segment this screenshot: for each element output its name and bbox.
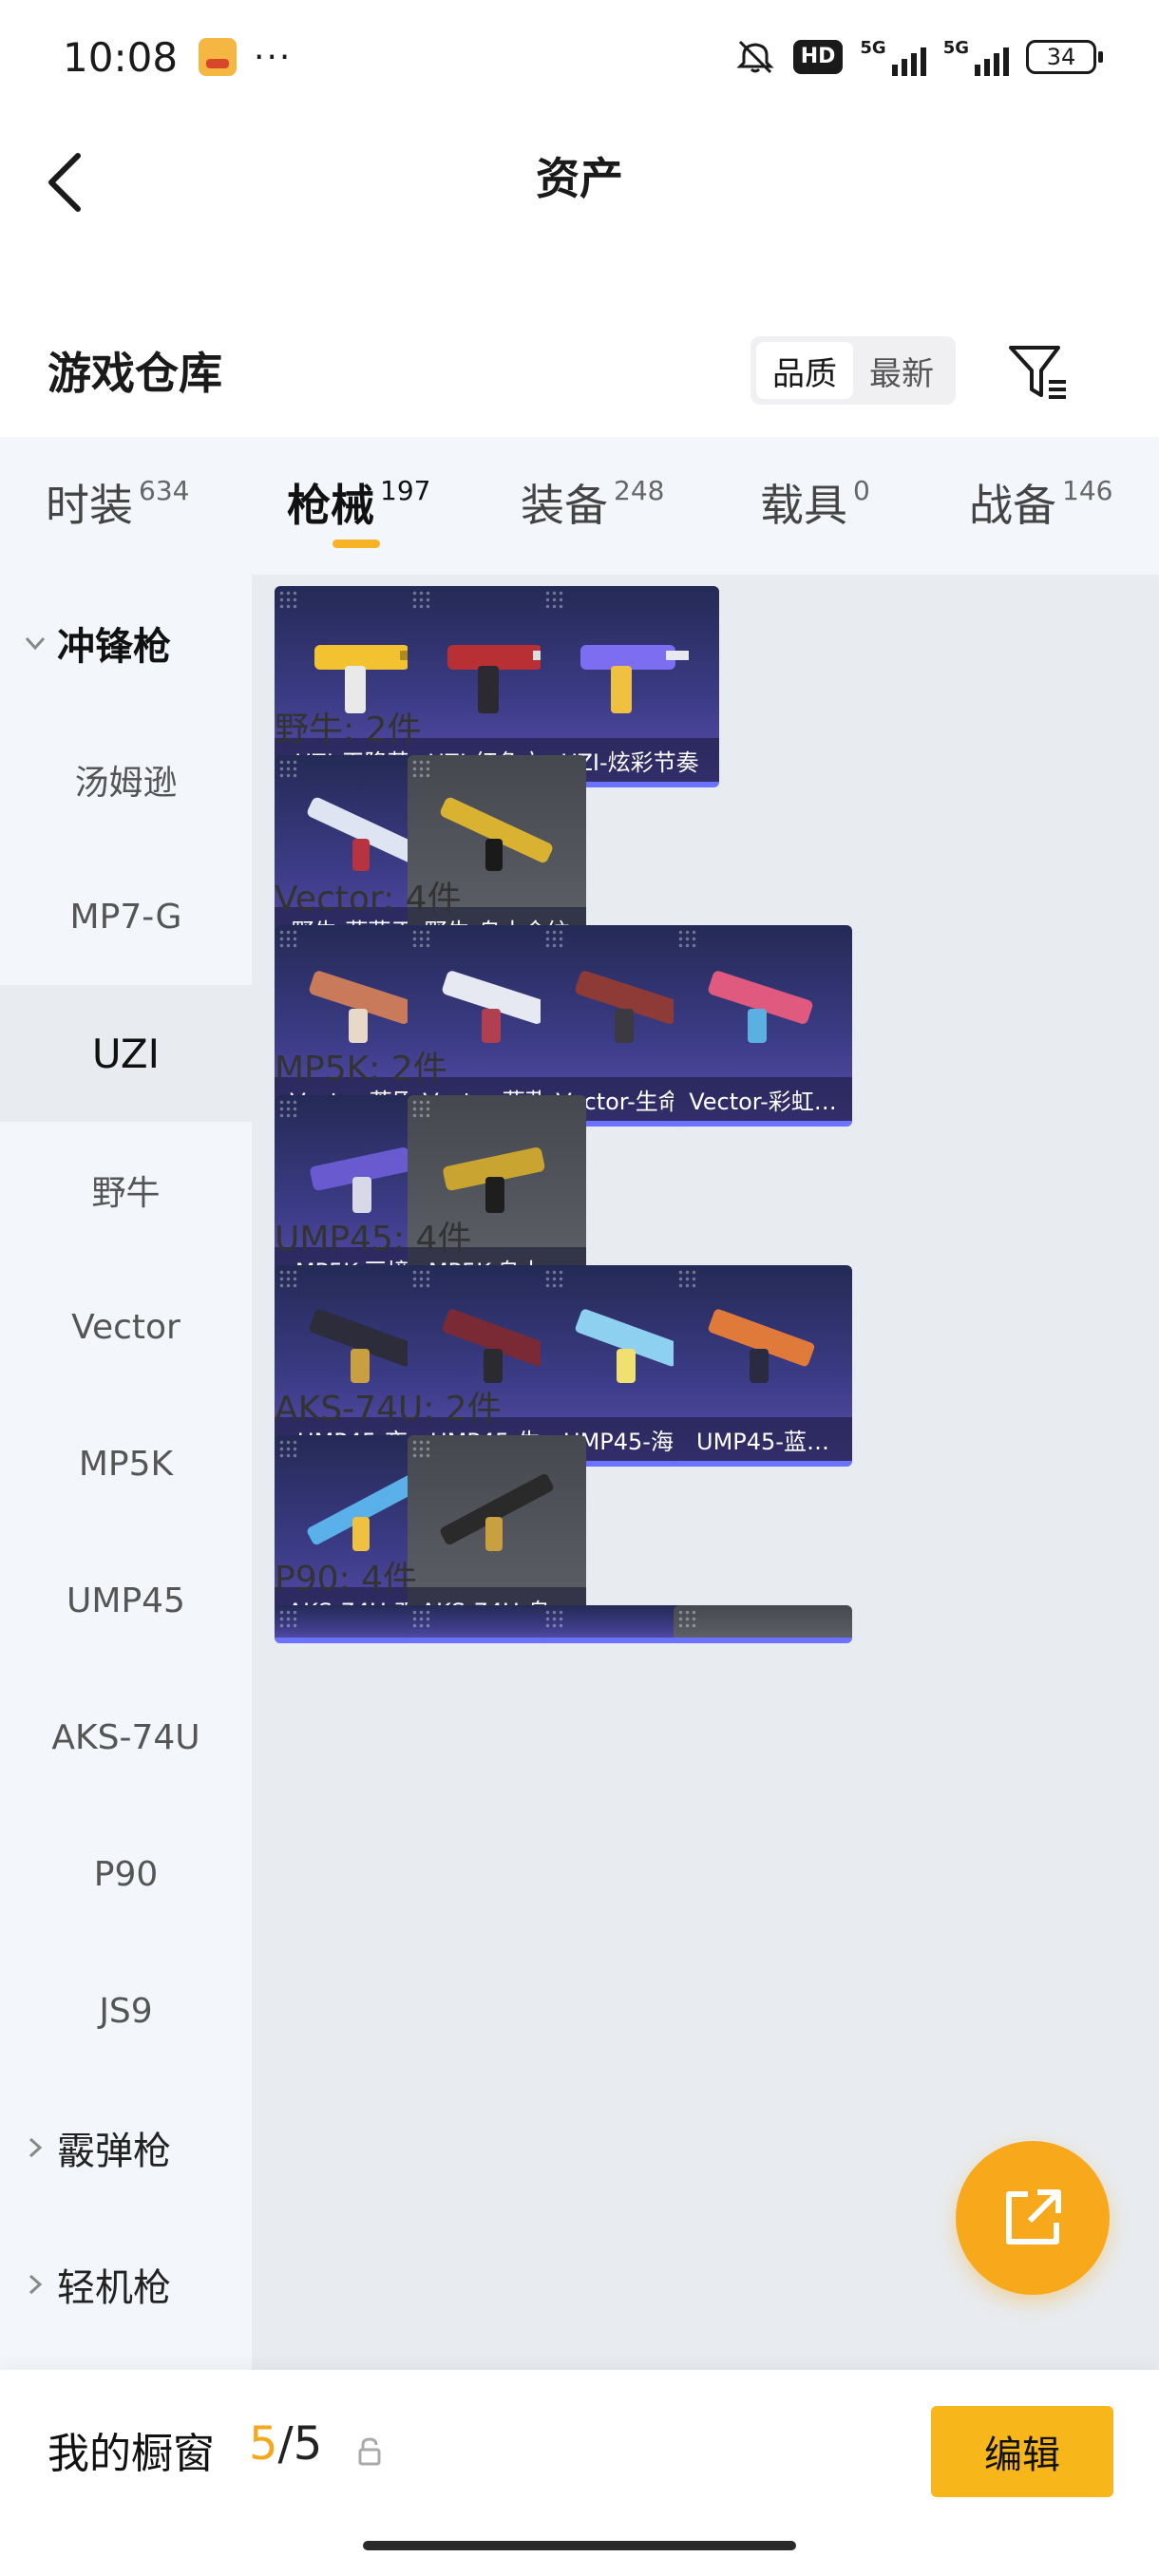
battery-icon: 34 bbox=[1026, 40, 1103, 74]
sidebar-group-lmg[interactable]: 轻机枪 bbox=[0, 2216, 252, 2353]
weapon-card-name: UMP45-蓝… bbox=[674, 1417, 852, 1461]
sidebar-item-p90[interactable]: P90 bbox=[0, 1806, 252, 1942]
signal-icon: 5G bbox=[860, 38, 926, 76]
group-label-bizon: 野牛: 2件 bbox=[275, 710, 422, 749]
tab-label: 装备 bbox=[521, 480, 608, 531]
tab-label: 枪械 bbox=[287, 480, 374, 531]
chevron-down-icon bbox=[25, 636, 46, 651]
sidebar-item-aks74u[interactable]: AKS-74U bbox=[0, 1669, 252, 1806]
lock-icon bbox=[358, 2437, 381, 2466]
sort-latest-option[interactable]: 最新 bbox=[853, 342, 950, 399]
sidebar-group-label: 冲锋枪 bbox=[57, 625, 171, 669]
warehouse-title: 游戏仓库 bbox=[48, 348, 222, 399]
warehouse-header: 游戏仓库 品质 最新 bbox=[0, 313, 1159, 427]
sidebar-group-shotgun[interactable]: 霰弹枪 bbox=[0, 2079, 252, 2216]
page-title: 资产 bbox=[536, 153, 623, 204]
status-time: 10:08 bbox=[63, 33, 179, 81]
sidebar-item-ump45[interactable]: UMP45 bbox=[0, 1532, 252, 1669]
tab-fashion[interactable]: 时装 634 bbox=[46, 471, 189, 534]
tab-count: 197 bbox=[380, 475, 431, 506]
showcase-bar: 我的橱窗 5/5 编辑 bbox=[0, 2370, 1159, 2576]
tab-count: 0 bbox=[853, 475, 870, 506]
sidebar-item-vector[interactable]: Vector bbox=[0, 1259, 252, 1395]
status-indicators: HD 5G 5G 34 bbox=[734, 38, 1103, 76]
tab-count: 634 bbox=[139, 475, 190, 506]
network-type-label: 5G bbox=[860, 38, 886, 58]
tab-count: 248 bbox=[614, 475, 665, 506]
sidebar-group-smg[interactable]: 冲锋枪 bbox=[0, 575, 252, 711]
edit-button[interactable]: 编辑 bbox=[931, 2406, 1113, 2497]
home-indicator bbox=[363, 2541, 796, 2550]
uzi-weapon-icon bbox=[580, 645, 689, 713]
showcase-total: 5 bbox=[293, 2417, 323, 2471]
weapon-type-sidebar: 冲锋枪 汤姆逊 MP7-G UZI 野牛 Vector MP5K UMP45 A… bbox=[0, 575, 252, 2370]
aks74u-weapon-icon bbox=[440, 1473, 554, 1551]
weapon-card[interactable]: UMP45-蓝… bbox=[674, 1265, 852, 1467]
sort-quality-option[interactable]: 品质 bbox=[756, 342, 853, 399]
network-type-label-2: 5G bbox=[942, 38, 969, 58]
share-fab[interactable] bbox=[956, 2141, 1110, 2295]
page-header: 资产 bbox=[0, 114, 1159, 237]
back-arrow-icon[interactable] bbox=[42, 148, 89, 217]
sidebar-item-bizon[interactable]: 野牛 bbox=[0, 1122, 252, 1259]
more-notifications-icon: ··· bbox=[254, 37, 293, 77]
ump45-weapon-icon bbox=[708, 1309, 815, 1383]
showcase-count: 5/5 bbox=[249, 2417, 322, 2471]
tab-label: 载具 bbox=[760, 480, 847, 531]
filter-icon[interactable] bbox=[1007, 342, 1070, 403]
group-label-vector: Vector: 4件 bbox=[275, 880, 462, 919]
tab-battle-gear[interactable]: 战备 146 bbox=[969, 471, 1112, 534]
app-notification-icon bbox=[199, 38, 238, 76]
group-label-ump45: UMP45: 4件 bbox=[275, 1220, 472, 1259]
chevron-right-icon bbox=[28, 2137, 43, 2158]
active-tab-indicator bbox=[332, 540, 380, 548]
status-bar: 10:08 ··· HD 5G 5G 34 bbox=[0, 0, 1159, 114]
tab-firearms[interactable]: 枪械 197 bbox=[287, 471, 430, 534]
external-link-icon bbox=[1006, 2189, 1061, 2245]
group-label-aks74u: AKS-74U: 2件 bbox=[275, 1390, 502, 1429]
tab-label: 战备 bbox=[969, 480, 1056, 531]
group-label-p90: P90: 4件 bbox=[275, 1560, 417, 1599]
hd-badge: HD bbox=[792, 40, 844, 74]
showcase-title: 我的橱窗 bbox=[48, 2430, 215, 2478]
sidebar-item-uzi[interactable]: UZI bbox=[0, 985, 252, 1122]
sidebar-item-mp7g[interactable]: MP7-G bbox=[0, 848, 252, 985]
sidebar-item-thompson[interactable]: 汤姆逊 bbox=[0, 711, 252, 848]
showcase-current: 5 bbox=[249, 2417, 278, 2471]
tab-vehicles[interactable]: 载具 0 bbox=[760, 471, 870, 534]
sort-toggle: 品质 最新 bbox=[750, 336, 956, 405]
showcase-separator: / bbox=[277, 2417, 294, 2471]
sidebar-item-mp5k[interactable]: MP5K bbox=[0, 1395, 252, 1532]
sidebar-group-label: 霰弹枪 bbox=[57, 2130, 171, 2173]
mute-icon bbox=[736, 40, 774, 74]
weapon-card-name: Vector-彩虹… bbox=[674, 1077, 852, 1121]
signal-icon-2: 5G bbox=[943, 38, 1009, 76]
tab-equipment[interactable]: 装备 248 bbox=[521, 471, 664, 534]
weapon-card[interactable] bbox=[674, 1605, 852, 1643]
category-tabs: 时装 634 枪械 197 装备 248 载具 0 战备 146 bbox=[0, 437, 1159, 575]
sidebar-group-label: 轻机枪 bbox=[57, 2266, 171, 2310]
vector-weapon-icon bbox=[708, 971, 813, 1043]
group-label-mp5k: MP5K: 2件 bbox=[275, 1050, 447, 1089]
weapon-card[interactable]: Vector-彩虹… bbox=[674, 925, 852, 1127]
sidebar-item-js9[interactable]: JS9 bbox=[0, 1942, 252, 2079]
tab-label: 时装 bbox=[46, 480, 133, 531]
chevron-right-icon bbox=[28, 2274, 43, 2295]
weapon-grid: UZI-天降萌叽 UZI-红色方… UZI-炫彩节奏 野牛: 2件 野牛-燕燕于… bbox=[252, 575, 1159, 2370]
tab-count: 146 bbox=[1062, 475, 1113, 506]
